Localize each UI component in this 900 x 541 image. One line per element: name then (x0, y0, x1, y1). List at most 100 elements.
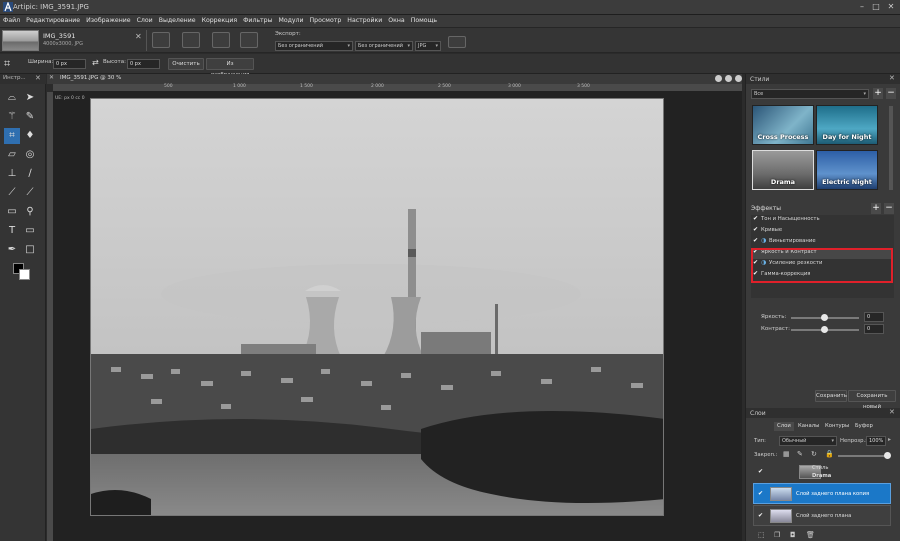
menu-view[interactable]: Просмотр (307, 15, 345, 24)
menu-file[interactable]: Файл (0, 15, 23, 24)
export-format-select[interactable]: JPG ▾ (415, 41, 441, 51)
preset-day-for-night[interactable]: Day for Night (816, 105, 878, 145)
close-doc-icon[interactable] (735, 75, 742, 82)
tab-buffer[interactable]: Буфер (852, 422, 876, 431)
save-icon[interactable] (212, 32, 230, 48)
close-document-icon[interactable]: ✕ (49, 74, 54, 81)
remove-style-button[interactable]: − (886, 88, 896, 99)
tab-layers[interactable]: Слои (774, 422, 794, 431)
checkbox-icon[interactable]: ✔ (753, 227, 759, 233)
shape-icon[interactable]: ▭ (22, 223, 38, 239)
minimize-doc-icon[interactable] (715, 75, 722, 82)
lasso-icon[interactable]: ⌓ (4, 90, 20, 106)
new-layer-icon[interactable]: ⬚ (758, 531, 765, 539)
fill-knob[interactable] (884, 452, 891, 459)
heal-icon[interactable]: ◎ (22, 147, 38, 163)
close-window-icon[interactable]: ✕ (885, 2, 897, 12)
new-document-icon[interactable] (152, 32, 170, 48)
opacity-caret-icon[interactable]: ▸ (888, 436, 891, 443)
tab-channels[interactable]: Каналы (795, 422, 822, 431)
width-input[interactable]: 0 px (53, 59, 86, 69)
effect-item-curves[interactable]: ✔ Кривые (753, 227, 886, 237)
close-file-icon[interactable]: ✕ (135, 32, 142, 41)
layer-row-bg[interactable]: ✔ Слой заднего плана (753, 505, 891, 526)
contrast-knob[interactable] (821, 326, 828, 333)
brush-icon[interactable]: ✎ (22, 109, 38, 125)
photo[interactable] (90, 98, 664, 516)
visibility-check-icon[interactable]: ✔ (758, 513, 764, 519)
menu-settings[interactable]: Настройки (344, 15, 385, 24)
preset-electric-night[interactable]: Electric Night (816, 150, 878, 190)
pen-icon[interactable]: ✒ (4, 242, 20, 258)
export-width-select[interactable]: Без ограничений ▾ (275, 41, 353, 51)
fill-icon[interactable]: ▭ (4, 204, 20, 220)
add-style-button[interactable]: + (873, 88, 883, 99)
menu-adjust[interactable]: Коррекция (199, 15, 241, 24)
layer-row-style[interactable]: ✔ Стиль Drama (753, 461, 891, 482)
lock-move-icon[interactable]: ↻ (811, 450, 817, 458)
menu-help[interactable]: Помощь (408, 15, 440, 24)
save-style-button[interactable]: Сохранить (815, 390, 847, 402)
contrast-input[interactable]: 0 (864, 324, 884, 334)
eyedropper-icon[interactable]: ⟋ (4, 185, 20, 201)
menu-filters[interactable]: Фильтры (240, 15, 275, 24)
close-tools-icon[interactable]: ✕ (35, 74, 41, 82)
lock-transparency-icon[interactable]: ▦ (783, 450, 790, 458)
zoom-icon[interactable]: ⚲ (22, 204, 38, 220)
brightness-knob[interactable] (821, 314, 828, 321)
visibility-check-icon[interactable]: ✔ (758, 469, 764, 475)
from-image-button[interactable]: Из изображения (206, 58, 254, 78)
open-folder-icon[interactable] (182, 32, 200, 48)
delete-layer-icon[interactable]: 🗑 (806, 531, 815, 539)
move-arrow-icon[interactable]: ➤ (22, 90, 38, 106)
duplicate-layer-icon[interactable]: ❐ (774, 531, 780, 539)
preset-drama[interactable]: Drama (752, 150, 814, 190)
export-save-icon[interactable] (448, 36, 466, 48)
fill-slider[interactable] (838, 455, 888, 457)
menu-image[interactable]: Изображение (83, 15, 134, 24)
menu-windows[interactable]: Окна (385, 15, 407, 24)
preset-cross-process[interactable]: Cross Process (752, 105, 814, 145)
export-icon[interactable] (240, 32, 258, 48)
styles-scrollbar[interactable] (889, 106, 893, 190)
tab-paths[interactable]: Контуры (822, 422, 852, 431)
effect-item-hue-saturation[interactable]: ✔ Тон и Насыщенность (753, 216, 886, 226)
remove-effect-button[interactable]: − (884, 203, 894, 214)
export-height-select[interactable]: Без ограничений ▾ (355, 41, 413, 51)
save-new-style-button[interactable]: Сохранить новый (848, 390, 896, 410)
text-icon[interactable]: T (4, 223, 20, 239)
crop-icon[interactable]: ⌗ (4, 128, 20, 144)
canvas-area[interactable]: UE: px 0 cc 0 (53, 92, 742, 541)
brightness-input[interactable]: 0 (864, 312, 884, 322)
add-effect-button[interactable]: + (871, 203, 881, 214)
color-picker-icon[interactable]: ⟋ (22, 185, 38, 201)
menu-layers[interactable]: Слои (134, 15, 156, 24)
styles-filter-select[interactable]: Все ▾ (751, 89, 869, 99)
checkbox-icon[interactable]: ✔ (753, 216, 759, 222)
restore-doc-icon[interactable] (725, 75, 732, 82)
minimize-icon[interactable]: – (856, 2, 868, 12)
effect-item-vignette[interactable]: ✔ ◑ Виньетирование (753, 238, 886, 248)
opacity-input[interactable]: 100% (866, 436, 886, 446)
close-styles-icon[interactable]: ✕ (889, 74, 895, 82)
menu-select[interactable]: Выделение (156, 15, 199, 24)
checkbox-icon[interactable]: ✔ (753, 238, 759, 244)
drop-icon[interactable]: ♦ (22, 128, 38, 144)
blend-mode-select[interactable]: Обычный ▾ (779, 436, 837, 446)
eraser-icon[interactable]: ▱ (4, 147, 20, 163)
clear-button[interactable]: Очистить (168, 58, 204, 70)
menu-edit[interactable]: Редактирование (23, 15, 83, 24)
layer-row-bg-copy[interactable]: ✔ Слой заднего плана копия (753, 483, 891, 504)
magic-wand-icon[interactable]: ⚚ (4, 109, 20, 125)
file-thumbnail[interactable] (2, 30, 39, 51)
close-layers-icon[interactable]: ✕ (889, 408, 895, 416)
visibility-check-icon[interactable]: ✔ (758, 491, 764, 497)
lock-all-icon[interactable]: 🔒 (825, 450, 834, 458)
background-color-swatch[interactable] (19, 269, 30, 280)
rectangle-icon[interactable]: □ (22, 242, 38, 258)
stamp-icon[interactable]: ⊥ (4, 166, 20, 182)
height-input[interactable]: 0 px (127, 59, 160, 69)
swap-icon[interactable]: ⇄ (92, 58, 99, 67)
menu-modules[interactable]: Модули (275, 15, 306, 24)
maximize-icon[interactable]: □ (870, 2, 882, 12)
